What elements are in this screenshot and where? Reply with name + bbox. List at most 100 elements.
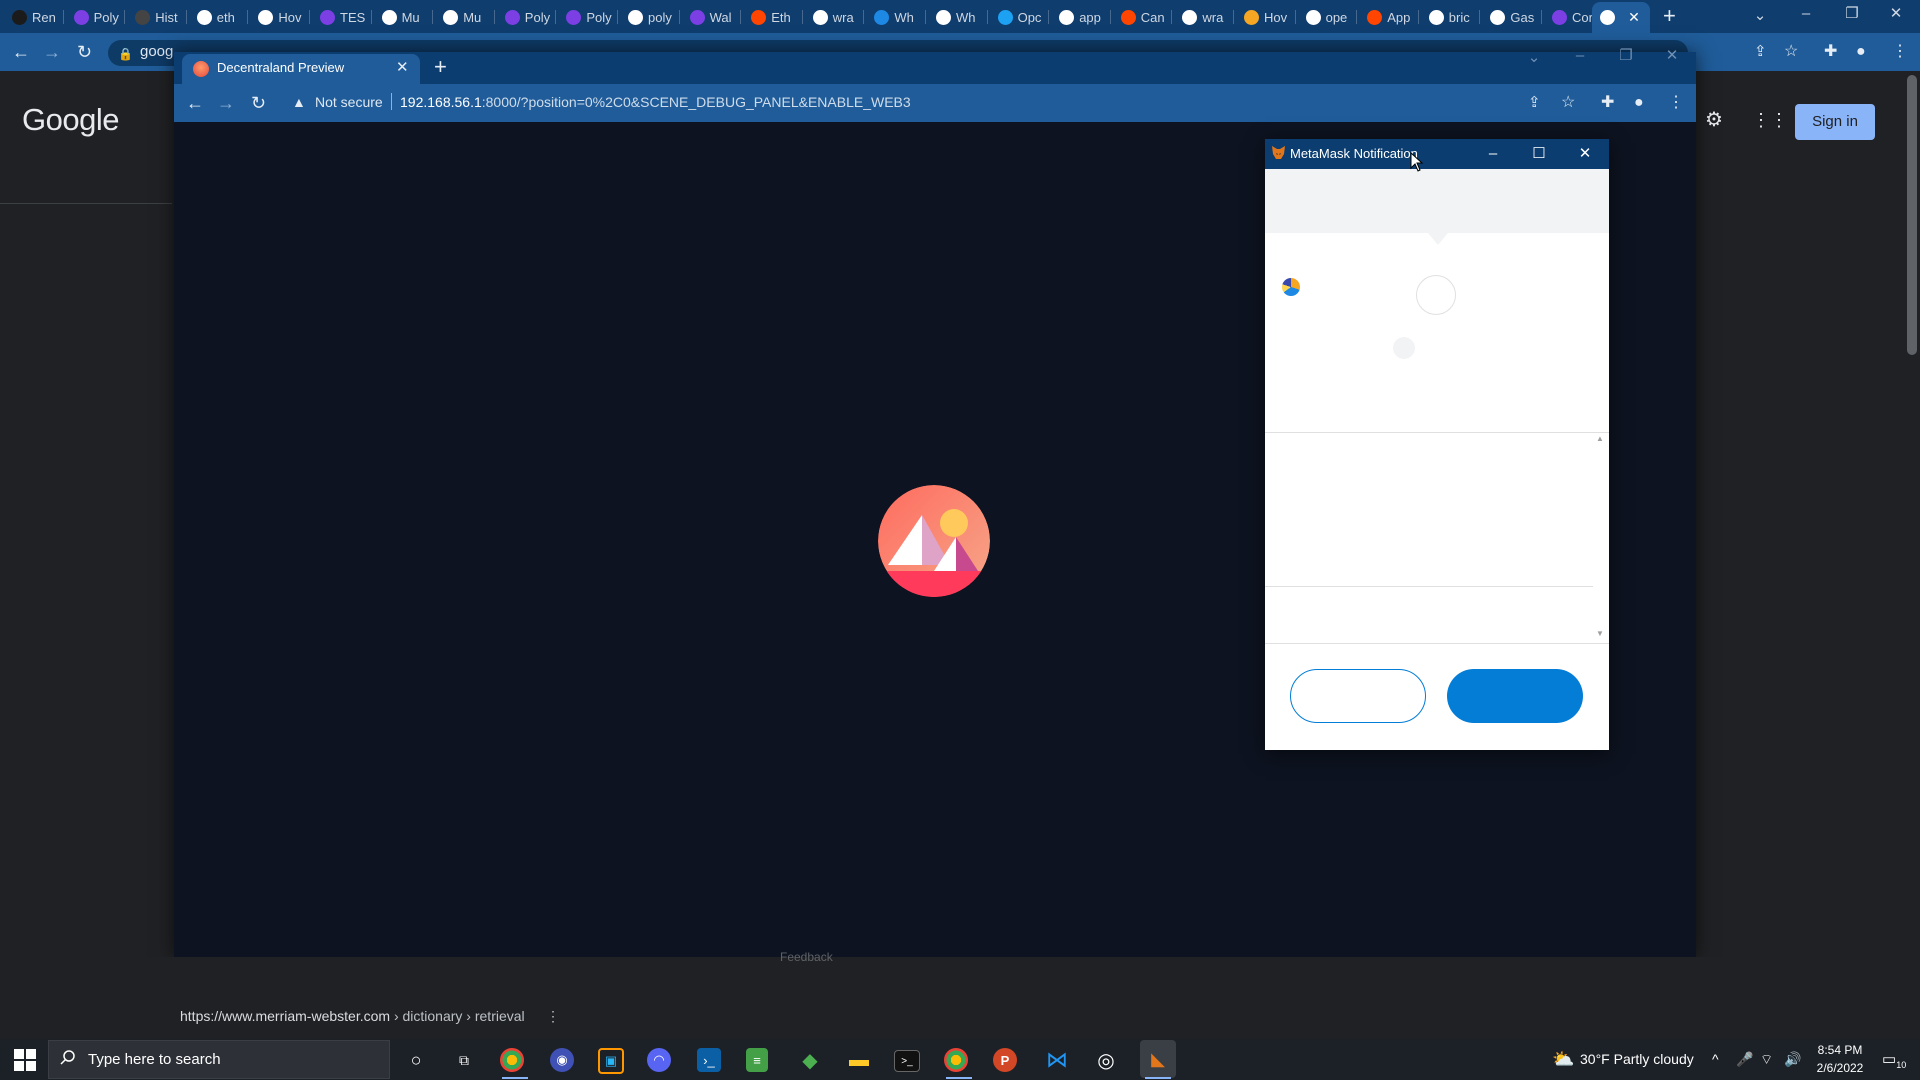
background-tab[interactable]: app xyxy=(1051,4,1111,30)
file-explorer-icon[interactable]: ▬ xyxy=(844,1045,874,1075)
foreground-close-button[interactable]: ✕ xyxy=(1652,46,1692,66)
background-tab[interactable]: wra xyxy=(1174,4,1234,30)
background-tab[interactable]: Hov xyxy=(250,4,310,30)
metamask-taskbar-icon[interactable]: ◣ xyxy=(1140,1040,1176,1078)
taskbar-clock-time[interactable]: 8:54 PM xyxy=(1812,1043,1868,1057)
background-tab[interactable]: Wh xyxy=(866,4,926,30)
scroll-down-arrow-icon[interactable]: ▼ xyxy=(1596,629,1604,638)
vpn-app-icon[interactable]: ◉ xyxy=(550,1048,574,1072)
notification-center-icon[interactable]: ▭10 xyxy=(1882,1050,1906,1070)
google-settings-gear-icon[interactable]: ⚙ xyxy=(1705,110,1723,130)
powerpoint-app-icon[interactable]: P xyxy=(993,1048,1017,1072)
volume-icon[interactable]: 🔊 xyxy=(1784,1051,1801,1068)
background-lock-icon[interactable]: 🔒 xyxy=(118,44,133,64)
background-tab[interactable]: poly xyxy=(620,4,680,30)
powershell-app-icon[interactable]: ›_ xyxy=(697,1048,721,1072)
background-share-icon[interactable]: ⇪ xyxy=(1754,42,1767,62)
windows-start-icon[interactable] xyxy=(14,1049,36,1071)
scroll-up-arrow-icon[interactable]: ▲ xyxy=(1596,434,1604,443)
foreground-tab-search-icon[interactable]: ⌄ xyxy=(1514,48,1554,68)
reload-icon[interactable]: ↻ xyxy=(251,93,266,113)
background-tab[interactable]: Wh xyxy=(928,4,988,30)
terminal-app-icon[interactable]: >_ xyxy=(894,1050,920,1072)
foreground-minimize-button[interactable]: – xyxy=(1560,46,1600,66)
background-tab[interactable]: Ren xyxy=(4,4,64,30)
background-profile-icon[interactable]: ● xyxy=(1856,42,1866,62)
background-tab[interactable]: Poly xyxy=(558,4,618,30)
forward-icon[interactable]: → xyxy=(217,93,235,113)
feedback-link[interactable]: Feedback xyxy=(780,950,833,964)
metamask-reject-button[interactable] xyxy=(1290,669,1426,723)
cortana-icon[interactable]: ○ xyxy=(401,1045,431,1075)
search-result-cite[interactable]: https://www.merriam-webster.com › dictio… xyxy=(180,1008,525,1024)
account-avatar-icon[interactable] xyxy=(1282,278,1300,296)
background-tab[interactable]: TES xyxy=(312,4,372,30)
background-tab[interactable]: Mu xyxy=(435,4,495,30)
bookmark-star-icon[interactable]: ☆ xyxy=(1561,93,1575,113)
search-result-menu-icon[interactable]: ⋮ xyxy=(546,1008,560,1025)
profile-icon[interactable]: ● xyxy=(1634,93,1644,113)
microphone-icon[interactable]: 🎤 xyxy=(1736,1051,1753,1068)
new-tab-button[interactable]: + xyxy=(434,56,447,78)
extensions-icon[interactable]: ✚ xyxy=(1601,93,1614,113)
chrome-app-icon[interactable] xyxy=(500,1048,524,1072)
google-sign-in-button[interactable]: Sign in xyxy=(1795,104,1875,140)
network-icon[interactable]: ⌔ xyxy=(1760,1051,1773,1069)
metamask-confirm-button[interactable] xyxy=(1447,669,1583,723)
background-tab[interactable]: Opc xyxy=(990,4,1050,30)
background-tab[interactable]: Mu xyxy=(374,4,434,30)
notepad-app-icon[interactable]: ≡ xyxy=(746,1048,768,1072)
background-tab[interactable]: App xyxy=(1359,4,1419,30)
background-maximize-button[interactable]: ❐ xyxy=(1832,4,1872,24)
chrome-menu-icon[interactable]: ⋮ xyxy=(1668,93,1684,113)
git-app-icon[interactable]: ◆ xyxy=(795,1045,825,1075)
background-minimize-button[interactable]: – xyxy=(1786,4,1826,24)
metamask-maximize-button[interactable]: ☐ xyxy=(1524,141,1554,167)
chrome-second-window-icon[interactable] xyxy=(944,1048,968,1072)
taskbar-clock-date[interactable]: 2/6/2022 xyxy=(1812,1061,1868,1075)
background-extensions-icon[interactable]: ✚ xyxy=(1824,42,1837,62)
background-tab[interactable]: wra xyxy=(805,4,865,30)
show-hidden-icons-icon[interactable]: ^ xyxy=(1712,1051,1719,1067)
foreground-maximize-button[interactable]: ❐ xyxy=(1606,46,1646,66)
share-icon[interactable]: ⇪ xyxy=(1528,93,1541,113)
background-bookmark-star-icon[interactable]: ☆ xyxy=(1784,42,1798,62)
metamask-minimize-button[interactable]: – xyxy=(1478,141,1508,167)
task-view-icon[interactable]: ⧉ xyxy=(449,1045,479,1075)
background-tab[interactable]: Poly xyxy=(66,4,126,30)
background-active-tab-close-icon[interactable]: ✕ xyxy=(1625,8,1643,26)
background-tab[interactable]: Gas xyxy=(1482,4,1542,30)
vscode-app-icon[interactable]: ⋈ xyxy=(1042,1045,1072,1075)
weather-text[interactable]: 30°F Partly cloudy xyxy=(1580,1051,1694,1067)
google-logo[interactable]: Google xyxy=(22,102,119,138)
discord-app-icon[interactable]: ◠ xyxy=(647,1048,671,1072)
sourcetree-app-icon[interactable]: ▣ xyxy=(598,1048,624,1074)
background-forward-icon[interactable]: → xyxy=(43,42,61,62)
background-tab[interactable]: Eth xyxy=(743,4,803,30)
background-new-tab-button[interactable]: + xyxy=(1663,5,1676,27)
back-icon[interactable]: ← xyxy=(186,93,204,113)
metamask-close-button[interactable]: ✕ xyxy=(1570,141,1600,167)
background-tab[interactable]: eth xyxy=(189,4,249,30)
tab-close-icon[interactable]: ✕ xyxy=(396,58,409,76)
weather-partly-cloudy-icon[interactable]: ⛅ xyxy=(1552,1049,1574,1070)
background-tab[interactable]: bric xyxy=(1421,4,1481,30)
background-tab-search-icon[interactable]: ⌄ xyxy=(1740,6,1780,26)
background-tab[interactable]: ope xyxy=(1298,4,1358,30)
background-back-icon[interactable]: ← xyxy=(12,42,30,62)
not-secure-label[interactable]: Not secure xyxy=(315,94,383,110)
background-tab[interactable]: Hov xyxy=(1236,4,1296,30)
background-tab[interactable]: Can xyxy=(1113,4,1173,30)
background-tab[interactable]: Hist xyxy=(127,4,187,30)
background-close-button[interactable]: ✕ xyxy=(1876,4,1916,24)
obs-app-icon[interactable]: ◎ xyxy=(1091,1045,1121,1075)
background-tab[interactable]: Wal xyxy=(682,4,742,30)
background-menu-icon[interactable]: ⋮ xyxy=(1892,42,1908,62)
metamask-content-scrollbar[interactable] xyxy=(1594,434,1609,642)
address-bar-url[interactable]: 192.168.56.1:8000/?position=0%2C0&SCENE_… xyxy=(400,94,911,110)
background-scrollbar-thumb[interactable] xyxy=(1907,75,1917,355)
google-apps-grid-icon[interactable]: ⋮⋮ xyxy=(1752,110,1788,130)
warning-triangle-icon[interactable]: ▲ xyxy=(292,94,306,110)
background-reload-icon[interactable]: ↻ xyxy=(77,42,92,62)
background-tab[interactable]: Poly xyxy=(497,4,557,30)
